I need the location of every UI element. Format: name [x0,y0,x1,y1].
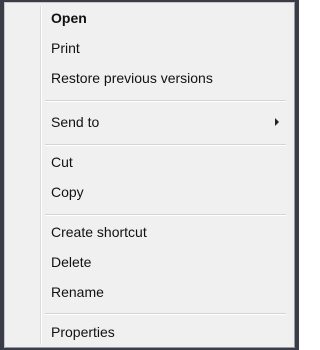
menu-separator [45,313,286,315]
menu-item-send-to[interactable]: Send to [8,108,291,136]
menu-separator [45,214,286,216]
menu-item-properties[interactable]: Properties [8,318,291,346]
menu-item-delete[interactable]: Delete [8,248,291,276]
chevron-right-icon [275,118,279,126]
menu-separator [45,100,286,102]
menu-separator [45,144,286,146]
menu-item-copy[interactable]: Copy [8,178,291,206]
menu-item-create-shortcut[interactable]: Create shortcut [8,218,291,246]
menu-item-print[interactable]: Print [8,34,291,62]
menu-item-rename[interactable]: Rename [8,278,291,306]
menu-item-open[interactable]: Open [8,4,291,32]
menu-item-restore-previous-versions[interactable]: Restore previous versions [8,64,291,92]
menu-item-send-to-label: Send to [51,114,100,130]
menu-item-cut[interactable]: Cut [8,148,291,176]
context-menu: Open Print Restore previous versions Sen… [4,2,295,348]
